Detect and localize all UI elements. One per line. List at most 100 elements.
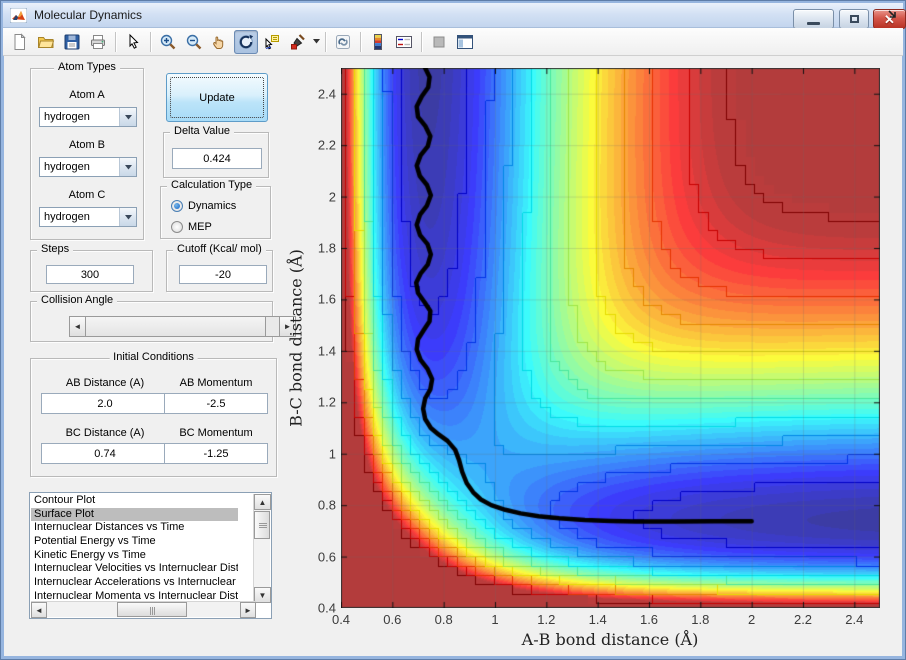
show-plot-tools-button[interactable] bbox=[453, 30, 477, 54]
group-title: Steps bbox=[37, 243, 74, 255]
list-item[interactable]: Internuclear Velocities vs Internuclear … bbox=[31, 562, 238, 576]
list-item[interactable]: Internuclear Accelerations vs Internucle… bbox=[31, 576, 238, 590]
scroll-right-arrow[interactable]: ► bbox=[240, 602, 256, 618]
y-tick-label: 1.6 bbox=[317, 291, 336, 307]
chevron-down-icon[interactable] bbox=[119, 208, 136, 226]
scroll-up-arrow[interactable]: ▲ bbox=[254, 494, 271, 510]
save-figure-button[interactable] bbox=[60, 30, 84, 54]
atom-label: Atom A bbox=[69, 89, 105, 101]
list-item[interactable]: Surface Plot bbox=[31, 507, 238, 522]
contour-plot-axes[interactable] bbox=[341, 68, 880, 608]
x-tick-label: 2 bbox=[748, 612, 756, 627]
brush-data-button[interactable] bbox=[286, 30, 310, 54]
figure-toolbar bbox=[3, 28, 903, 56]
list-item[interactable]: Kinetic Energy vs Time bbox=[31, 549, 238, 563]
scroll-down-arrow[interactable]: ▼ bbox=[254, 587, 271, 603]
initial-conditions-group: Initial Conditions AB Distance (A) 2.0 AB … bbox=[30, 351, 277, 477]
cutoff-field[interactable]: -20 bbox=[179, 265, 267, 284]
pan-hand-icon bbox=[213, 36, 224, 49]
collision-angle-slider[interactable]: ◄ ► bbox=[69, 316, 296, 337]
list-vertical-scrollbar[interactable]: ▲ ▼ bbox=[253, 494, 271, 603]
atom-label: Atom B bbox=[68, 139, 106, 151]
hide-plot-tools-icon bbox=[433, 36, 445, 47]
atom-a-dropdown[interactable]: hydrogen bbox=[39, 107, 137, 127]
x-tick-label: 1 bbox=[491, 612, 499, 627]
scroll-left-arrow[interactable]: ◄ bbox=[31, 602, 47, 618]
show-plot-tools-icon bbox=[457, 34, 473, 49]
ab-distance-a--field[interactable]: 2.0 bbox=[41, 393, 169, 414]
slider-thumb[interactable] bbox=[86, 316, 266, 337]
toolbar-overflow-arrow-icon[interactable] bbox=[888, 10, 898, 20]
list-item[interactable]: Potential Energy vs Time bbox=[31, 535, 238, 549]
edit-pointer-button[interactable] bbox=[121, 30, 145, 54]
minimize-button[interactable] bbox=[793, 9, 834, 29]
save-figure-icon bbox=[64, 34, 80, 49]
zoom-in-button[interactable] bbox=[156, 30, 180, 54]
y-tick-label: 1 bbox=[328, 446, 336, 462]
group-title: Calculation Type bbox=[167, 179, 257, 191]
bc-distance-a--field[interactable]: 0.74 bbox=[41, 443, 169, 464]
x-tick-label: 1.6 bbox=[639, 612, 659, 627]
field-label: BC Momentum bbox=[179, 427, 253, 439]
calculation-type-group: Calculation Type Dynamics MEP bbox=[160, 179, 271, 239]
brush-dropdown-caret[interactable] bbox=[311, 30, 321, 54]
app-window: Molecular Dynamics ✕ Atom Types Atom A hy… bbox=[0, 0, 906, 660]
x-tick-label: 2.4 bbox=[845, 612, 864, 627]
atom-c-dropdown[interactable]: hydrogen bbox=[39, 207, 137, 227]
steps-field[interactable]: 300 bbox=[46, 265, 134, 284]
list-item[interactable]: Internuclear Distances vs Time bbox=[31, 521, 238, 535]
x-axis-label: A-B bond distance (Å) bbox=[521, 630, 699, 649]
print-figure-icon bbox=[91, 34, 105, 49]
group-title: Delta Value bbox=[170, 125, 235, 137]
x-tick-label: 1.4 bbox=[588, 612, 607, 627]
list-item[interactable]: Contour Plot bbox=[31, 494, 238, 508]
minimize-icon bbox=[807, 21, 820, 25]
toolbar-separator bbox=[150, 31, 151, 52]
slider-track[interactable] bbox=[266, 316, 279, 337]
atom-types-group: Atom Types Atom A hydrogen Atom B hydrogen A… bbox=[30, 61, 144, 240]
title-bar[interactable]: Molecular Dynamics ✕ bbox=[3, 3, 906, 29]
scrollbar-thumb[interactable] bbox=[117, 602, 187, 617]
x-tick-label: 1.8 bbox=[691, 612, 710, 627]
insert-colorbar-button[interactable] bbox=[366, 30, 390, 54]
link-plot-button[interactable] bbox=[331, 30, 355, 54]
toolbar-separator bbox=[325, 31, 326, 52]
radio-icon bbox=[171, 200, 183, 212]
chevron-down-icon[interactable] bbox=[119, 158, 136, 176]
atom-label: Atom C bbox=[68, 189, 106, 201]
y-tick-label: 1.4 bbox=[317, 343, 336, 359]
plot-type-listbox[interactable]: Contour Plot Surface Plot Internuclear Dis… bbox=[29, 492, 272, 619]
group-title: Cutoff (Kcal/ mol) bbox=[173, 243, 266, 255]
chevron-down-icon[interactable] bbox=[119, 108, 136, 126]
radio-dynamics[interactable]: Dynamics bbox=[171, 200, 236, 212]
print-figure-button[interactable] bbox=[86, 30, 110, 54]
open-file-button[interactable] bbox=[34, 30, 58, 54]
new-figure-icon bbox=[14, 32, 26, 50]
pan-hand-button[interactable] bbox=[208, 30, 232, 54]
cutoff-group: Cutoff (Kcal/ mol) -20 bbox=[166, 243, 273, 292]
slider-left-arrow[interactable]: ◄ bbox=[69, 316, 86, 337]
ab-momentum-field[interactable]: -2.5 bbox=[164, 393, 268, 414]
zoom-out-button[interactable] bbox=[182, 30, 206, 54]
update-button[interactable]: Update bbox=[166, 73, 268, 122]
field-label: BC Distance (A) bbox=[65, 427, 145, 439]
atom-b-dropdown[interactable]: hydrogen bbox=[39, 157, 137, 177]
delta-value-field[interactable]: 0.424 bbox=[172, 148, 262, 169]
focus-ring bbox=[170, 77, 264, 118]
edit-pointer-icon bbox=[129, 33, 139, 49]
restore-button[interactable] bbox=[839, 9, 869, 29]
list-horizontal-scrollbar[interactable]: ◄ ► bbox=[31, 601, 256, 618]
radio-icon bbox=[171, 221, 183, 233]
x-tick-label: 0.8 bbox=[434, 612, 453, 627]
scrollbar-thumb[interactable] bbox=[254, 511, 270, 539]
radio-mep[interactable]: MEP bbox=[171, 221, 212, 233]
open-file-icon bbox=[38, 36, 55, 48]
data-cursor-button[interactable] bbox=[260, 30, 284, 54]
insert-colorbar-icon bbox=[374, 33, 382, 50]
toolbar-separator bbox=[360, 31, 361, 52]
new-figure-button[interactable] bbox=[8, 30, 32, 54]
rotate-3d-button[interactable] bbox=[234, 29, 258, 54]
bc-momentum-field[interactable]: -1.25 bbox=[164, 443, 268, 464]
hide-plot-tools-button[interactable] bbox=[427, 30, 451, 54]
insert-legend-button[interactable] bbox=[392, 30, 416, 54]
